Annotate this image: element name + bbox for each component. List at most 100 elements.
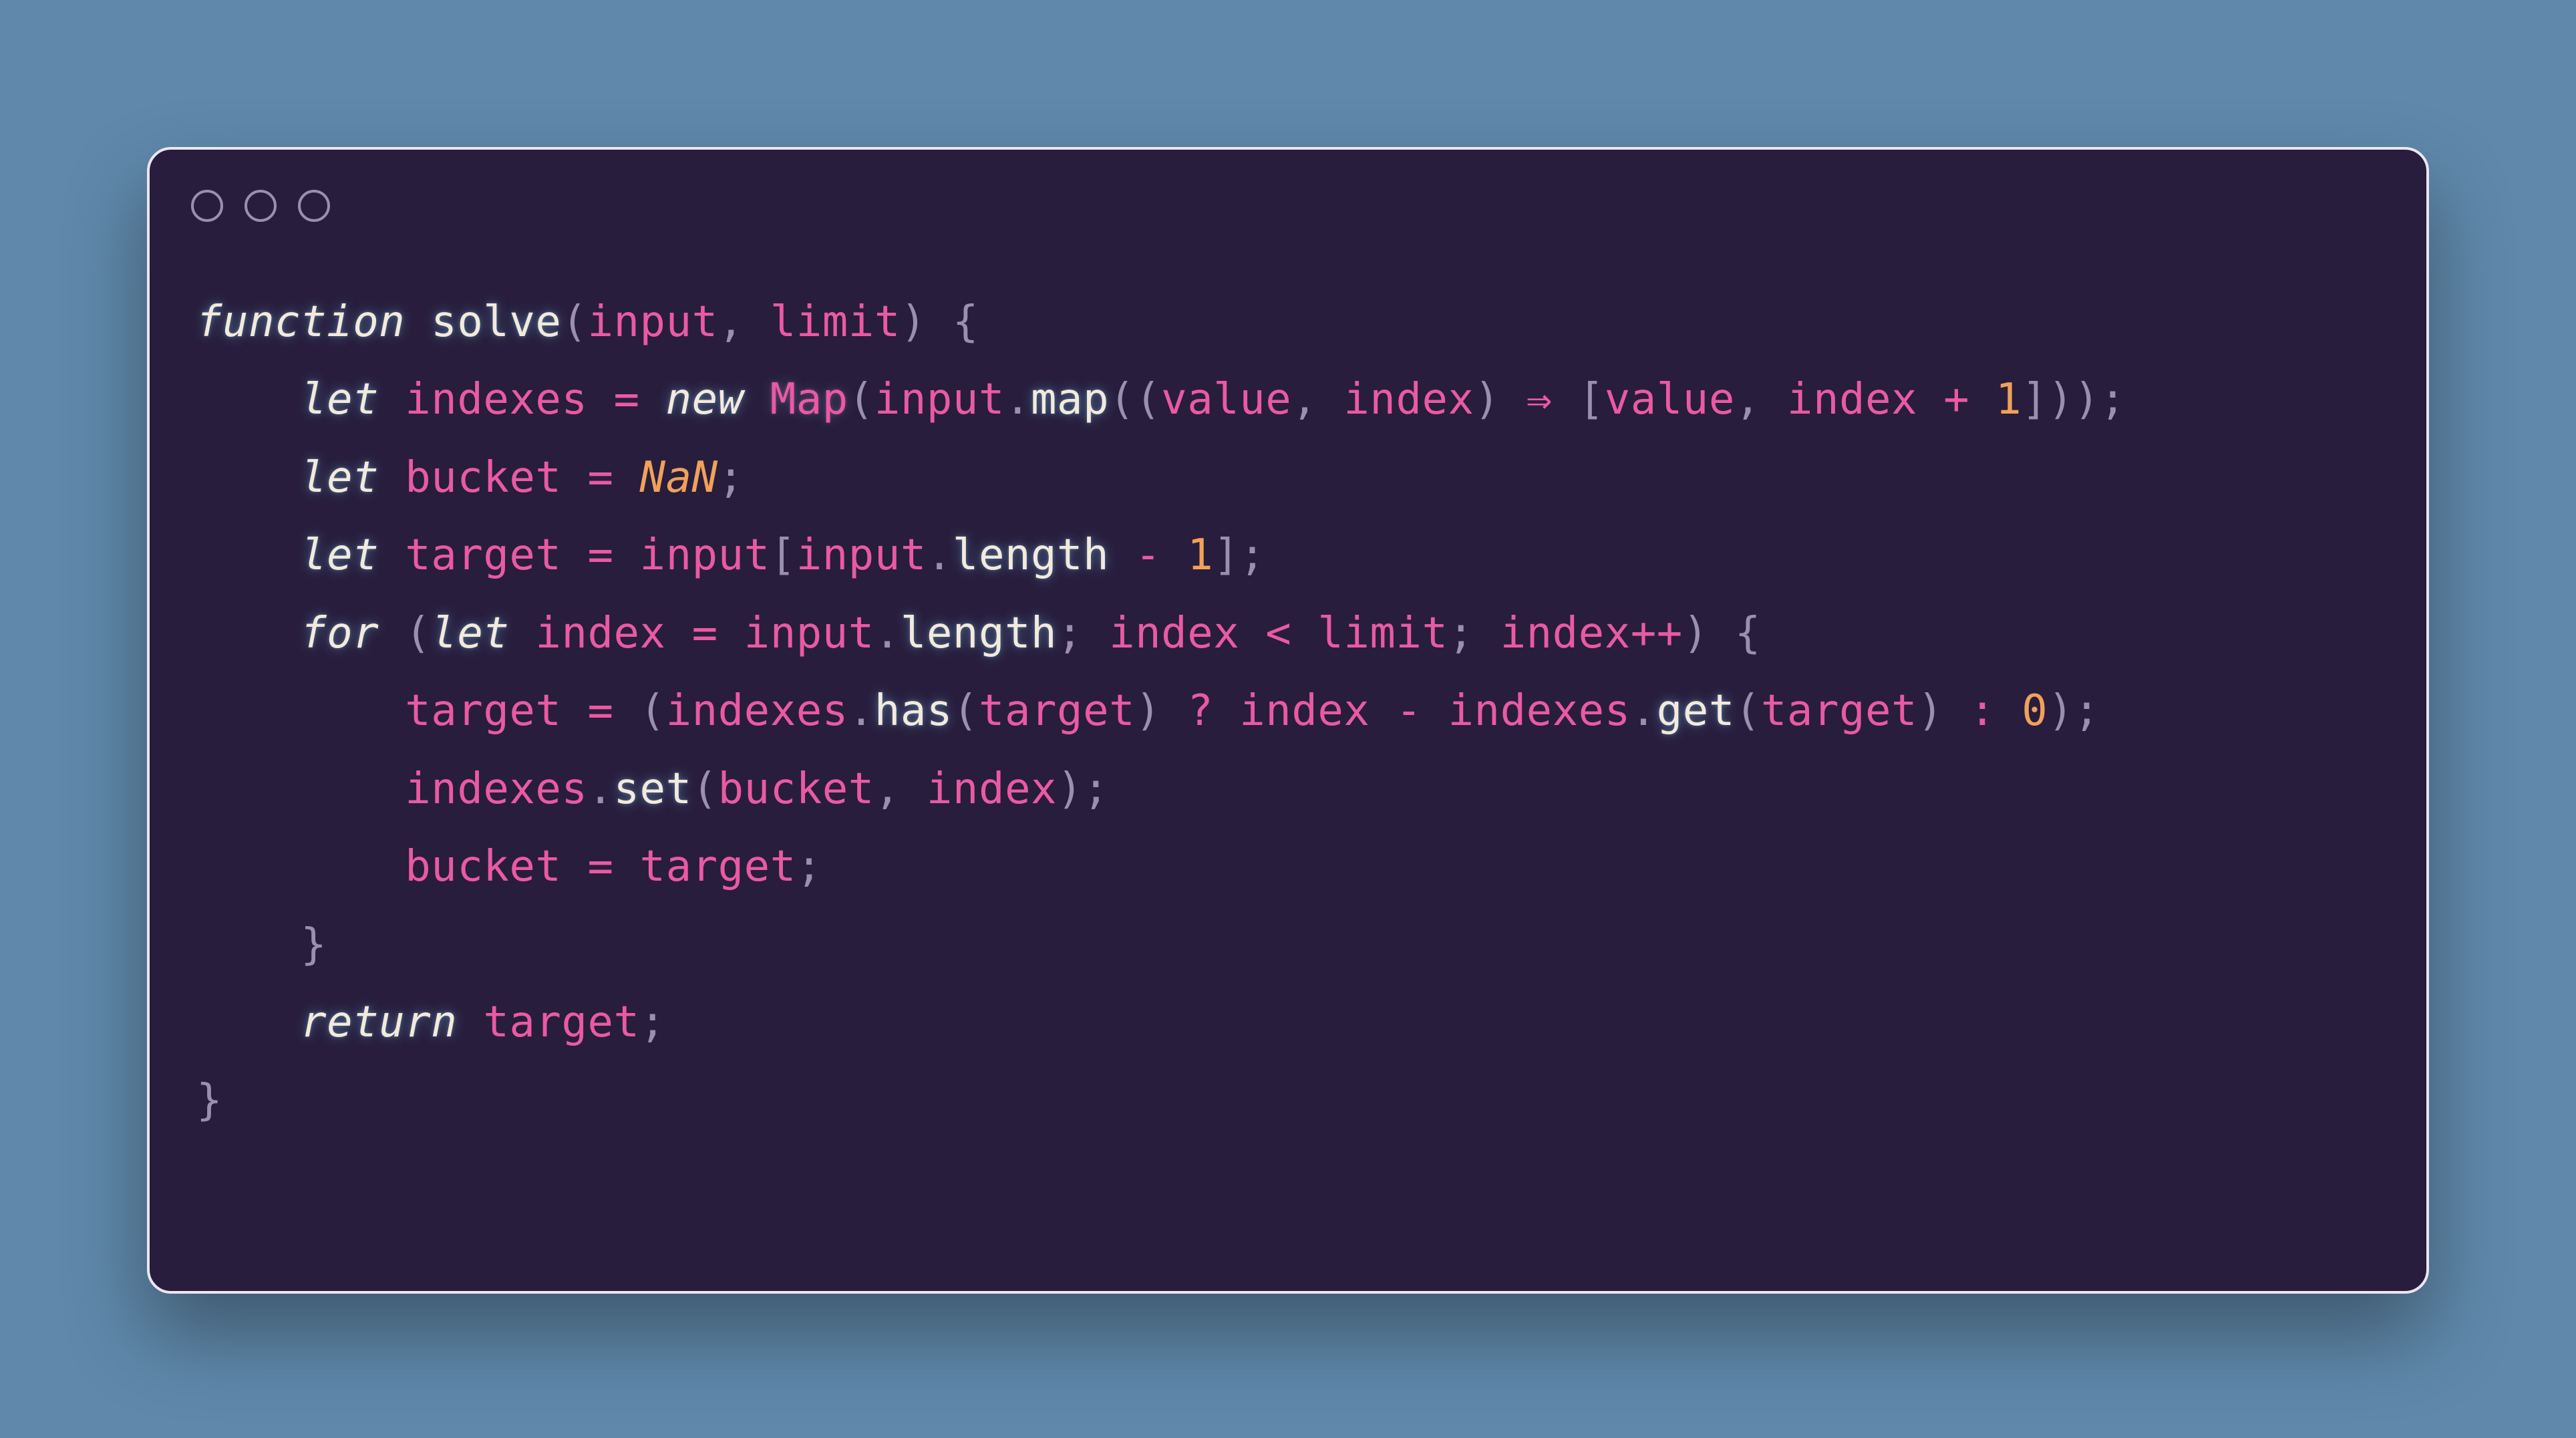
op-lt: < (1265, 609, 1291, 658)
prop-length: length (901, 609, 1057, 658)
ident-value: value (1161, 375, 1291, 424)
keyword-new: new (666, 375, 744, 424)
punct-rbracket: ] (2022, 375, 2048, 424)
ident-index: index (1109, 609, 1239, 658)
ident-index: index (927, 764, 1057, 814)
code-window: function solve(input, limit) { let index… (147, 147, 2429, 1294)
punct-rparen: ) (1057, 764, 1083, 814)
ident-index: index (1239, 686, 1370, 736)
punct-lparen: ( (1135, 375, 1161, 424)
punct-comma: , (1291, 375, 1317, 424)
ident-bucket: bucket (405, 453, 561, 502)
window-dot-icon (191, 190, 223, 222)
punct-semi: ; (2100, 375, 2126, 424)
op-plus: + (1943, 375, 1969, 424)
punct-semi: ; (640, 998, 666, 1047)
punct-lparen: ( (405, 609, 431, 658)
op-eq: = (587, 842, 613, 891)
punct-semi: ; (718, 453, 744, 502)
punct-lbracket: [ (770, 531, 796, 580)
punct-lparen: ( (692, 764, 718, 814)
punct-lbrace: { (953, 297, 979, 347)
keyword-return: return (301, 998, 457, 1047)
punct-rparen: ) (2074, 375, 2100, 424)
ident-indexes: indexes (1448, 686, 1631, 736)
ident-index: index (1343, 375, 1474, 424)
param-input: input (587, 297, 717, 347)
op-minus: - (1135, 531, 1161, 580)
punct-semi: ; (2074, 686, 2100, 736)
punct-lparen: ( (953, 686, 979, 736)
ident-bucket: bucket (405, 842, 561, 891)
punct-rparen: ) (2048, 686, 2074, 736)
ident-input: input (640, 531, 770, 580)
punct-semi: ; (1448, 609, 1474, 658)
punct-lparen: ( (561, 297, 587, 347)
punct-semi: ; (1057, 609, 1083, 658)
ident-target: target (640, 842, 796, 891)
punct-semi: ; (1239, 531, 1265, 580)
punct-semi: ; (796, 842, 822, 891)
keyword-let: let (301, 375, 379, 424)
punct-rparen: ) (1683, 609, 1709, 658)
punct-comma: , (874, 764, 901, 814)
ident-bucket: bucket (718, 764, 874, 814)
punct-rbrace: } (301, 920, 327, 970)
window-dot-icon (298, 190, 330, 222)
call-get: get (1657, 686, 1735, 736)
code-block: function solve(input, limit) { let index… (196, 283, 2380, 1139)
keyword-let: let (301, 453, 379, 502)
class-map: Map (770, 375, 848, 424)
punct-rparen: ) (1135, 686, 1161, 736)
ident-input: input (796, 531, 927, 580)
punct-dot: . (1631, 686, 1657, 736)
ident-limit: limit (1317, 609, 1448, 658)
op-colon: : (1969, 686, 1995, 736)
punct-lparen: ( (1735, 686, 1761, 736)
ident-index: index (1787, 375, 1917, 424)
op-eq: = (587, 453, 613, 502)
punct-rbrace: } (196, 1076, 222, 1125)
punct-dot: . (848, 686, 874, 736)
op-inc: ++ (1631, 609, 1683, 658)
ident-target: target (979, 686, 1135, 736)
ident-index: index (1500, 609, 1631, 658)
ident-value: value (1605, 375, 1735, 424)
op-minus: - (1396, 686, 1422, 736)
punct-rparen: ) (1917, 686, 1943, 736)
num-1: 1 (1995, 375, 2022, 424)
punct-lparen: ( (848, 375, 874, 424)
ident-indexes: indexes (405, 375, 587, 424)
punct-dot: . (587, 764, 613, 814)
prop-length: length (953, 531, 1109, 580)
const-nan: NaN (640, 453, 718, 502)
ident-target: target (405, 531, 561, 580)
punct-dot: . (874, 609, 901, 658)
punct-semi: ; (1083, 764, 1109, 814)
ident-target: target (405, 686, 561, 736)
punct-dot: . (1005, 375, 1031, 424)
op-q: ? (1187, 686, 1213, 736)
ident-index: index (535, 609, 665, 658)
function-name: solve (431, 297, 561, 347)
punct-dot: . (927, 531, 953, 580)
call-has: has (874, 686, 953, 736)
num-0: 0 (2022, 686, 2048, 736)
op-arrow: ⇒ (1526, 375, 1553, 424)
punct-comma: , (718, 297, 744, 347)
ident-indexes: indexes (666, 686, 848, 736)
ident-input: input (874, 375, 1005, 424)
op-eq: = (614, 375, 640, 424)
ident-target: target (1761, 686, 1917, 736)
punct-rparen: ) (901, 297, 927, 347)
num-1: 1 (1187, 531, 1213, 580)
call-map: map (1031, 375, 1109, 424)
param-limit: limit (770, 297, 901, 347)
punct-lbrace: { (1735, 609, 1761, 658)
ident-target: target (483, 998, 639, 1047)
window-traffic-lights (191, 190, 330, 222)
ident-input: input (744, 609, 874, 658)
op-eq: = (692, 609, 718, 658)
op-eq: = (587, 531, 613, 580)
punct-comma: , (1735, 375, 1761, 424)
